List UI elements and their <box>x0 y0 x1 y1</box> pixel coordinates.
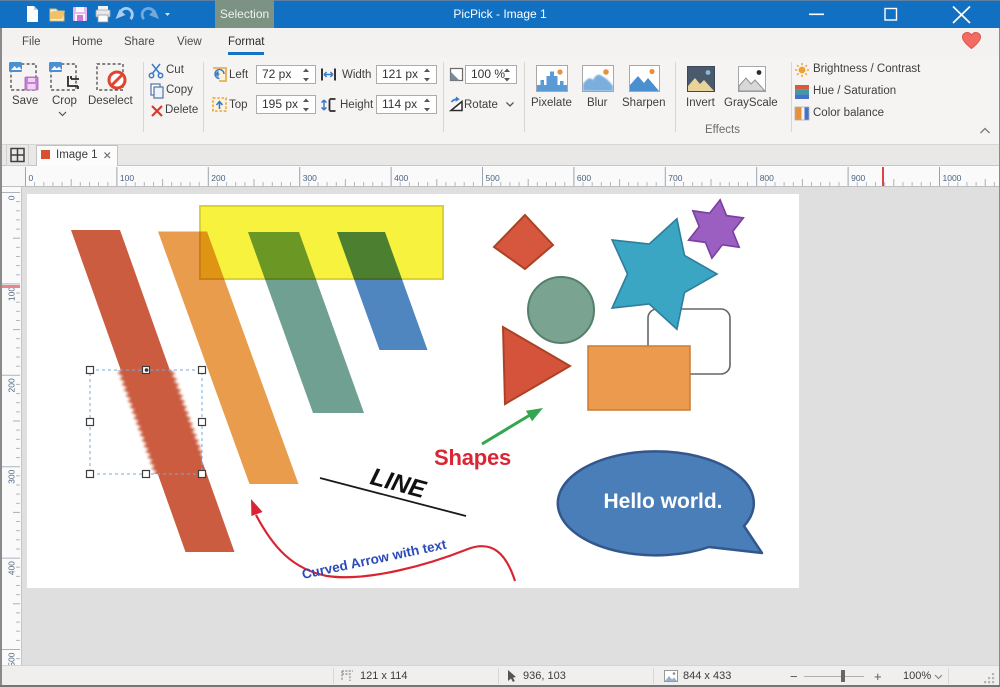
svg-text:300: 300 <box>303 173 317 183</box>
svg-text:100: 100 <box>120 173 134 183</box>
svg-text:200: 200 <box>7 378 17 392</box>
svg-text:0: 0 <box>29 173 34 183</box>
svg-text:500: 500 <box>486 173 500 183</box>
svg-text:400: 400 <box>394 173 408 183</box>
svg-text:900: 900 <box>851 173 865 183</box>
svg-text:500: 500 <box>7 652 17 665</box>
svg-text:Hello world.: Hello world. <box>603 490 722 513</box>
svg-text:400: 400 <box>7 561 17 575</box>
svg-text:600: 600 <box>577 173 591 183</box>
svg-text:200: 200 <box>211 173 225 183</box>
svg-text:0: 0 <box>7 195 17 200</box>
svg-text:100: 100 <box>7 287 17 301</box>
svg-text:1000: 1000 <box>943 173 962 183</box>
svg-text:Shapes: Shapes <box>434 445 511 470</box>
svg-text:800: 800 <box>760 173 774 183</box>
svg-text:700: 700 <box>668 173 682 183</box>
svg-text:300: 300 <box>7 469 17 483</box>
